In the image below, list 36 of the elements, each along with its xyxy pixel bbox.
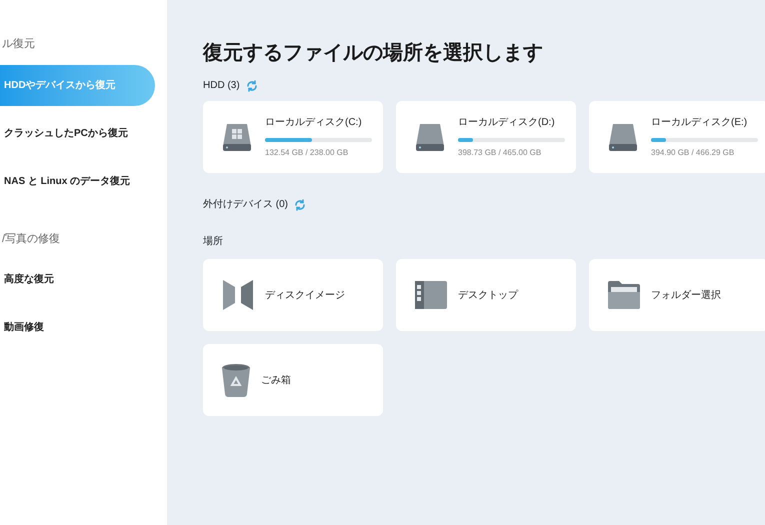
system-drive-icon [221, 122, 253, 152]
trash-bin-icon [221, 363, 251, 397]
location-name: デスクトップ [458, 288, 518, 302]
folder-icon [607, 280, 641, 310]
refresh-icon[interactable] [294, 198, 306, 210]
section-label: 外付けデバイス (0) [203, 198, 288, 212]
refresh-icon[interactable] [246, 80, 258, 92]
section-label: HDD (3) [203, 79, 240, 93]
drive-icon [607, 122, 639, 152]
location-card[interactable]: ディスクイメージ [203, 259, 383, 331]
drive-name: ローカルディスク(C:) [265, 116, 363, 130]
drive-card[interactable]: ローカルディスク(E:) 394.90 GB / 466.29 GB [589, 101, 765, 173]
sidebar-item[interactable]: クラッシュしたPCから復元 [0, 112, 155, 154]
section-label: 場所 [203, 234, 224, 249]
location-name: ごみ箱 [261, 374, 291, 388]
sidebar-item[interactable]: 動画修復 [0, 307, 155, 348]
mirrored-panels-icon [221, 278, 255, 312]
sidebar-item[interactable]: NAS と Linux のデータ復元 [0, 160, 155, 202]
drive-usage: 394.90 GB / 466.29 GB [651, 147, 736, 159]
drive-name: ローカルディスク(D:) [458, 116, 556, 130]
location-card[interactable]: フォルダー選択 [589, 259, 765, 331]
drive-usage: 132.54 GB / 238.00 GB [265, 147, 350, 159]
location-card[interactable]: ごみ箱 [203, 344, 383, 416]
sidebar-heading: ル復元 [1, 37, 36, 52]
page-title: 復元するファイルの場所を選択します [203, 41, 544, 66]
drive-icon [414, 122, 446, 152]
drive-card[interactable]: ローカルディスク(C:) 132.54 GB / 238.00 GB [203, 101, 383, 173]
sidebar-item[interactable]: 高度な復元 [0, 259, 155, 300]
drive-name: ローカルディスク(E:) [651, 116, 748, 130]
location-name: フォルダー選択 [651, 288, 721, 302]
location-name: ディスクイメージ [265, 288, 345, 302]
desktop-icon [414, 279, 448, 311]
sidebar-heading: /写真の修復 [1, 232, 62, 246]
location-card[interactable]: デスクトップ [396, 259, 576, 331]
drive-usage: 398.73 GB / 465.00 GB [458, 147, 542, 159]
drive-card[interactable]: ローカルディスク(D:) 398.73 GB / 465.00 GB [396, 101, 576, 173]
